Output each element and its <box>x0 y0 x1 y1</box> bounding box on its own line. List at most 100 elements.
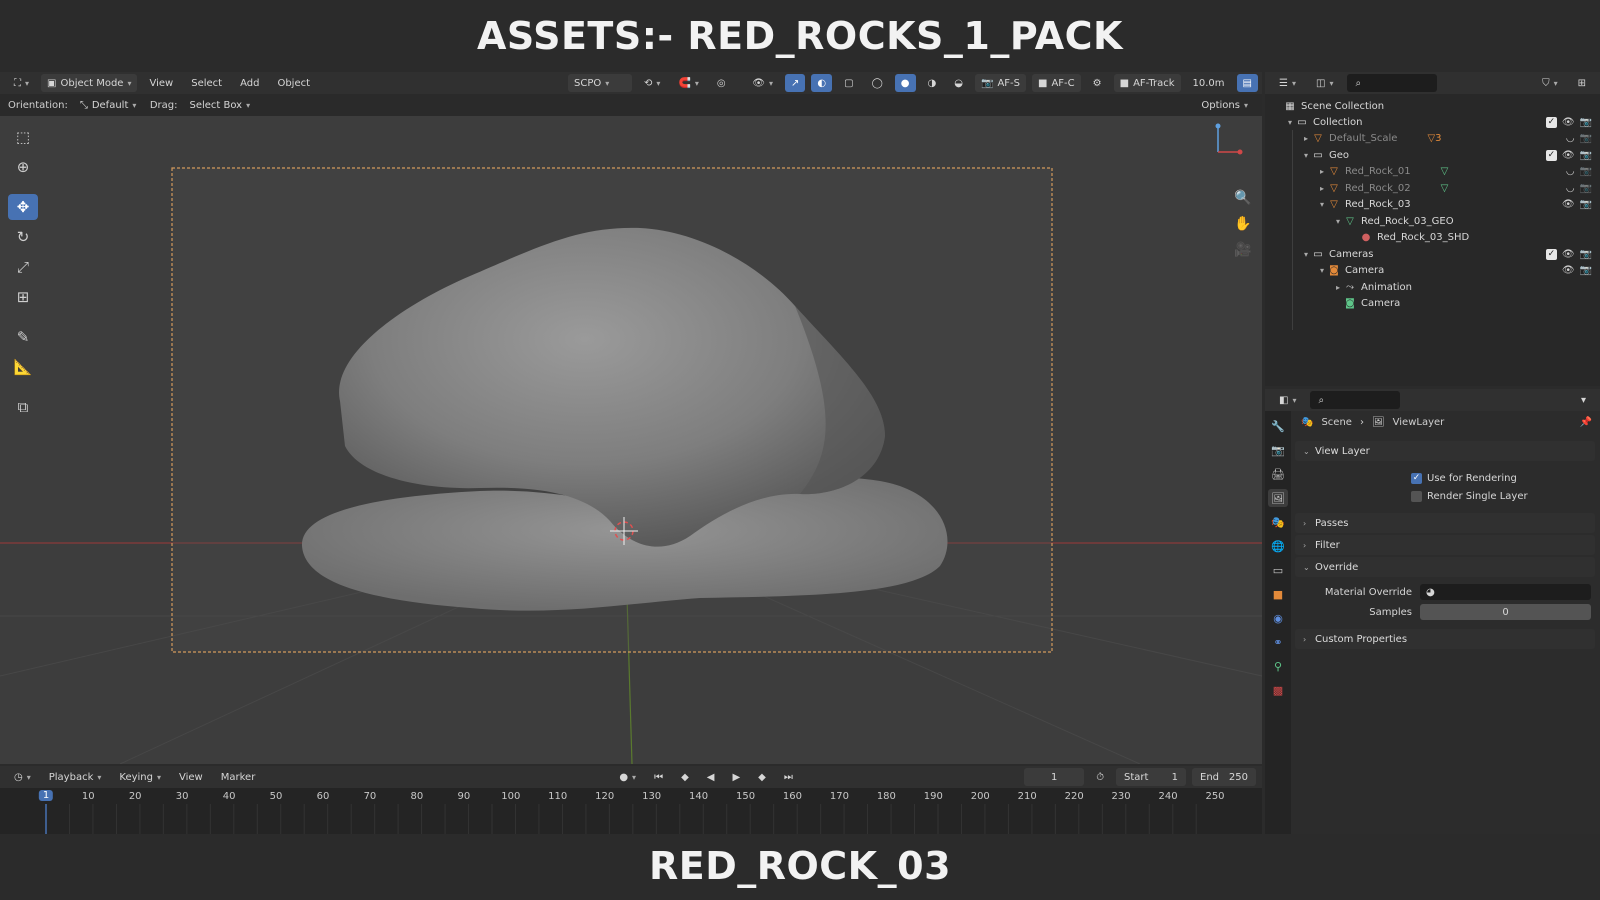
af-c-button[interactable]: ■ AF-C <box>1032 74 1081 92</box>
render-single-layer-row[interactable]: Render Single Layer <box>1295 487 1595 505</box>
cursor-tool-icon[interactable]: ⊕ <box>8 154 38 180</box>
options-dropdown[interactable]: Options ▾ <box>1195 96 1254 114</box>
sidebar-toggle-icon[interactable]: ▤ <box>1236 74 1258 92</box>
stopwatch-icon[interactable]: ⏱ <box>1090 768 1110 786</box>
output-tab-icon[interactable]: 🖨 <box>1268 465 1288 483</box>
collapsed-arrow-icon[interactable]: ▸ <box>1333 283 1343 292</box>
wireframe-shading-icon[interactable]: ◯ <box>866 74 889 92</box>
custom-properties-panel-header[interactable]: › Custom Properties <box>1295 629 1595 649</box>
timeline-body[interactable]: 10 20 30 40 50 60 70 80 90 100 110 120 130 140 150 160 1… <box>0 788 1262 834</box>
render-camera-icon[interactable]: 📷 <box>1580 249 1592 260</box>
eye-icon[interactable]: 👁 <box>1562 265 1575 276</box>
pan-hand-icon[interactable]: ✋ <box>1232 214 1254 234</box>
outliner-row[interactable]: ◙ Camera <box>1265 296 1600 312</box>
render-camera-icon[interactable]: 📷 <box>1580 265 1592 276</box>
collapsed-arrow-icon[interactable]: ▸ <box>1301 134 1311 143</box>
af-track-button[interactable]: ■ AF-Track <box>1113 74 1181 92</box>
expand-arrow-icon[interactable]: ▾ <box>1333 217 1343 226</box>
outliner-row[interactable]: ▾ ▭ Cameras ✓ 👁 📷 <box>1265 246 1600 262</box>
breadcrumb-view-layer[interactable]: ViewLayer <box>1393 417 1445 428</box>
physics-tab-icon[interactable]: ◉ <box>1268 609 1288 627</box>
tool-tab-icon[interactable]: 🔧 <box>1268 417 1288 435</box>
menu-timeline-view[interactable]: View <box>173 768 209 786</box>
end-frame-field[interactable]: End 250 <box>1192 768 1256 786</box>
start-frame-field[interactable]: Start 1 <box>1116 768 1186 786</box>
material-override-field[interactable]: ◕ <box>1420 584 1591 600</box>
expand-arrow-icon[interactable]: ▾ <box>1285 118 1295 127</box>
play-icon[interactable]: ▶ <box>726 768 746 786</box>
solid-shading-icon[interactable]: ● <box>894 74 916 92</box>
render-camera-icon[interactable]: 📷 <box>1580 133 1592 144</box>
gizmo-toggle-icon[interactable]: ↗ <box>785 74 806 92</box>
select-box-tool-icon[interactable]: ⬚ <box>8 124 38 150</box>
render-tab-icon[interactable]: 📷 <box>1268 441 1288 459</box>
outliner-editor-type-button[interactable]: ☰ ▾ <box>1273 74 1302 92</box>
outliner-search-input[interactable]: ⌕ <box>1347 74 1438 92</box>
scene-collection-row[interactable]: ▦ Scene Collection <box>1265 98 1600 114</box>
render-camera-icon[interactable]: 📷 <box>1580 183 1592 194</box>
menu-keying[interactable]: Keying ▾ <box>113 768 167 786</box>
world-tab-icon[interactable]: 🌐 <box>1268 537 1288 555</box>
outliner-row[interactable]: ▸ ⤳ Animation <box>1265 279 1600 295</box>
outliner-row[interactable]: ▾ ▽ Red_Rock_03 👁 📷 <box>1265 197 1600 213</box>
timeline-editor-type-button[interactable]: ◷ ▾ <box>8 768 37 786</box>
camera-view-icon[interactable]: 🎥 <box>1232 240 1254 260</box>
menu-add[interactable]: Add <box>234 74 265 92</box>
texture-tab-icon[interactable]: ▩ <box>1268 681 1288 699</box>
override-panel-header[interactable]: ⌄ Override <box>1295 557 1595 577</box>
record-keyframe-icon[interactable]: ● ▾ <box>613 768 642 786</box>
camera-name-dropdown[interactable]: SCPO ▾ <box>568 74 633 92</box>
outliner-row[interactable]: ● Red_Rock_03_SHD <box>1265 230 1600 246</box>
drag-dropdown[interactable]: Select Box ▾ <box>183 96 256 114</box>
render-camera-icon[interactable]: 📷 <box>1580 199 1592 210</box>
visibility-icon[interactable]: 👁 ▾ <box>746 74 779 92</box>
use-for-rendering-row[interactable]: ✓ Use for Rendering <box>1295 469 1595 487</box>
breadcrumb-scene[interactable]: Scene <box>1321 417 1352 428</box>
render-single-layer-checkbox[interactable] <box>1411 490 1422 502</box>
3d-viewport[interactable] <box>0 116 1262 764</box>
render-camera-icon[interactable]: 📷 <box>1580 150 1592 161</box>
scale-tool-icon[interactable]: ⤢ <box>8 254 38 280</box>
pin-icon[interactable]: 📌 <box>1580 417 1592 428</box>
next-keyframe-icon[interactable]: ◆ <box>752 768 772 786</box>
constraints-tab-icon[interactable]: ⚭ <box>1268 633 1288 651</box>
proportional-edit-icon[interactable]: ◎ <box>711 74 732 92</box>
xray-toggle-icon[interactable]: ▢ <box>838 74 859 92</box>
view-layer-tab-icon[interactable]: 🖼 <box>1268 489 1288 507</box>
menu-object[interactable]: Object <box>271 74 316 92</box>
data-tab-icon[interactable]: ⚲ <box>1268 657 1288 675</box>
outliner-row[interactable]: ▾ ▭ Geo ✓ 👁 📷 <box>1265 147 1600 163</box>
filter-panel-header[interactable]: › Filter <box>1295 535 1595 555</box>
material-shading-icon[interactable]: ◑ <box>922 74 943 92</box>
transform-tool-icon[interactable]: ⊞ <box>8 284 38 310</box>
samples-field[interactable]: 0 <box>1420 604 1591 620</box>
object-tab-icon[interactable]: ■ <box>1268 585 1288 603</box>
eye-icon[interactable]: 👁 <box>1562 150 1575 161</box>
collapsed-arrow-icon[interactable]: ▸ <box>1317 167 1327 176</box>
render-camera-icon[interactable]: 📷 <box>1580 166 1592 177</box>
outliner-row[interactable]: ▾ ◙ Camera 👁 📷 <box>1265 263 1600 279</box>
eye-closed-icon[interactable]: ◡ <box>1566 183 1575 194</box>
menu-view[interactable]: View <box>143 74 179 92</box>
rotate-tool-icon[interactable]: ↻ <box>8 224 38 250</box>
expand-arrow-icon[interactable]: ▾ <box>1317 200 1327 209</box>
new-collection-icon[interactable]: ⊞ <box>1572 74 1592 92</box>
filter-icon[interactable]: ⛉ ▾ <box>1536 74 1564 92</box>
outliner-row[interactable]: ▸ ▽ Red_Rock_02 ▽ ◡ 📷 <box>1265 180 1600 196</box>
af-settings-icon[interactable]: ⚙ <box>1087 74 1108 92</box>
outliner-row[interactable]: ▸ ▽ Red_Rock_01 ▽ ◡ 📷 <box>1265 164 1600 180</box>
exclude-checkbox[interactable]: ✓ <box>1545 248 1557 260</box>
menu-select[interactable]: Select <box>185 74 228 92</box>
object-mode-dropdown[interactable]: ▣ Object Mode ▾ <box>41 74 138 92</box>
jump-start-icon[interactable]: ⏮ <box>648 768 669 786</box>
eye-icon[interactable]: 👁 <box>1562 117 1575 128</box>
play-reverse-icon[interactable]: ◀ <box>701 768 721 786</box>
properties-search-input[interactable]: ⌕ <box>1310 391 1401 409</box>
annotate-tool-icon[interactable]: ✎ <box>8 324 38 350</box>
exclude-checkbox[interactable]: ✓ <box>1545 149 1557 161</box>
add-cube-tool-icon[interactable]: ⧉ <box>8 394 38 420</box>
eye-closed-icon[interactable]: ◡ <box>1566 166 1575 177</box>
outliner-row[interactable]: ▾ ▭ Collection ✓ 👁 📷 <box>1265 114 1600 130</box>
expand-arrow-icon[interactable]: ▾ <box>1301 250 1311 259</box>
expand-arrow-icon[interactable]: ▾ <box>1301 151 1311 160</box>
